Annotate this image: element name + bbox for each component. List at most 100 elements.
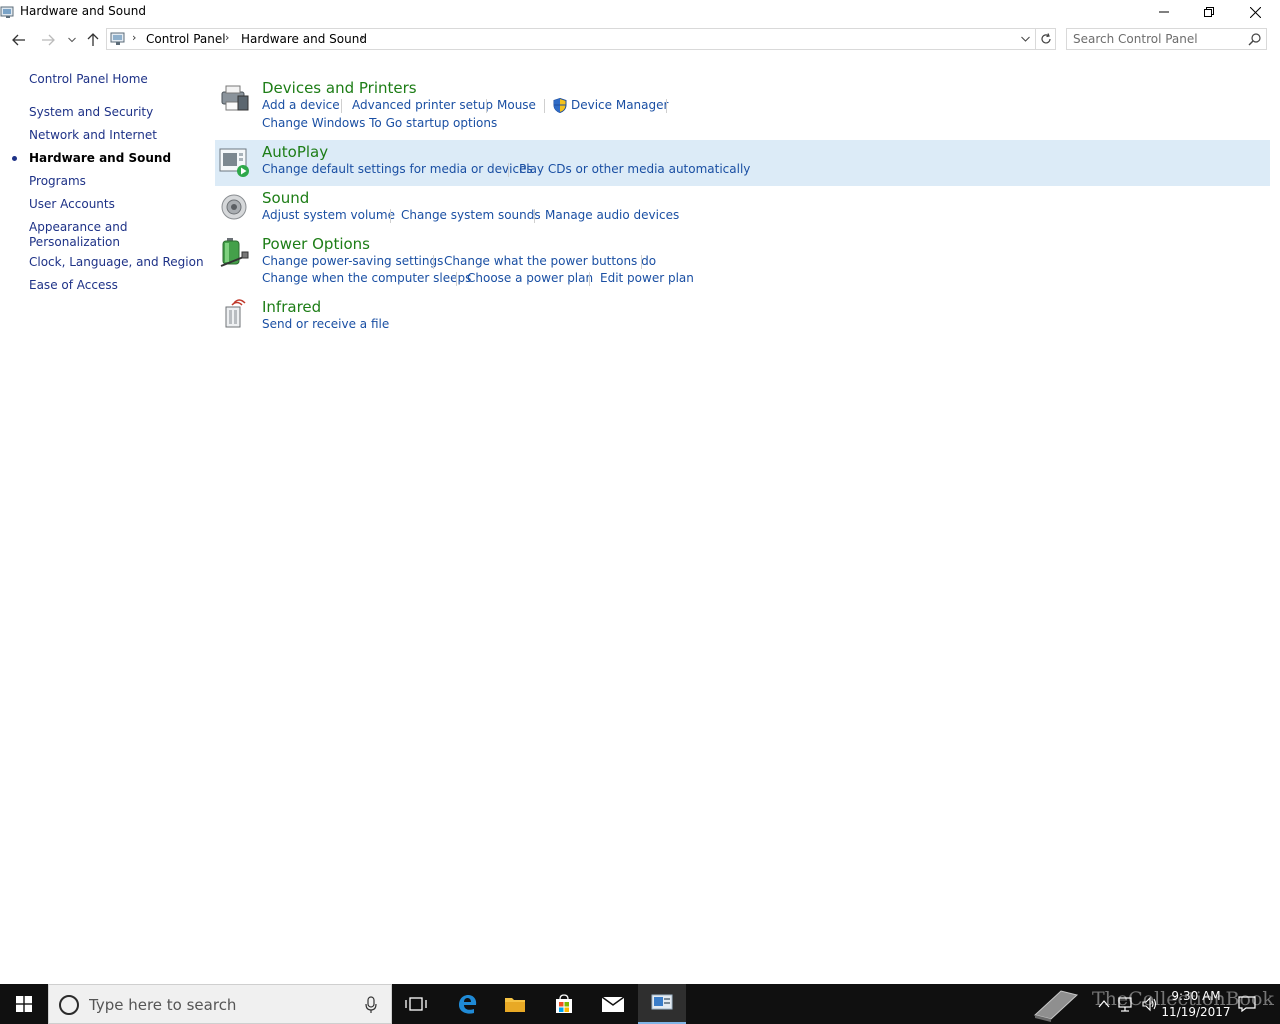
recent-locations-button[interactable]: [62, 30, 82, 50]
up-button[interactable]: [83, 30, 103, 50]
restore-button[interactable]: [1186, 0, 1232, 24]
category-autoplay: AutoPlay Change default settings for med…: [215, 140, 1270, 186]
mail-button[interactable]: [589, 984, 637, 1024]
nav-system-and-security[interactable]: System and Security: [29, 105, 153, 120]
chevron-up-icon: [1098, 1000, 1110, 1008]
chevron-down-icon: [68, 37, 76, 43]
link-separator: [456, 272, 457, 286]
link-manage-audio-devices[interactable]: Manage audio devices: [545, 208, 679, 222]
search-box[interactable]: [1066, 28, 1267, 50]
category-title[interactable]: Sound: [262, 189, 309, 207]
chevron-down-icon: [1020, 36, 1030, 42]
link-change-power-buttons[interactable]: Change what the power buttons do: [444, 254, 656, 268]
category-sound: Sound Adjust system volume Change system…: [215, 188, 1270, 228]
link-change-power-saving[interactable]: Change power-saving settings: [262, 254, 443, 268]
nav-appearance-and-personalization[interactable]: Appearance and: [29, 220, 127, 235]
arrow-up-icon: [87, 33, 99, 46]
edge-icon: [459, 995, 477, 1014]
restore-icon: [1204, 7, 1214, 17]
forward-button[interactable]: [38, 30, 58, 50]
autoplay-icon: [219, 148, 249, 177]
clock-time: 9:30 AM: [1171, 989, 1221, 1003]
printer-icon: [221, 85, 249, 111]
link-adjust-system-volume[interactable]: Adjust system volume: [262, 208, 395, 222]
breadcrumb-separator[interactable]: ›: [132, 31, 136, 44]
clock-date: 11/19/2017: [1161, 1005, 1231, 1019]
volume-icon: [1142, 996, 1157, 1012]
taskbar: TheCollectionBook 9:30 AM 11/19/2017: [0, 984, 1280, 1024]
breadcrumb-control-panel[interactable]: Control Panel: [146, 32, 226, 46]
clock[interactable]: 9:30 AM 11/19/2017: [1160, 988, 1232, 1020]
nav-ease-of-access[interactable]: Ease of Access: [29, 278, 118, 293]
speaker-icon: [221, 194, 247, 220]
nav-network-and-internet[interactable]: Network and Internet: [29, 128, 157, 143]
minimize-icon: [1159, 11, 1169, 13]
refresh-button[interactable]: [1036, 28, 1056, 50]
taskbar-search-box[interactable]: [48, 984, 392, 1024]
breadcrumb-separator[interactable]: ›: [360, 31, 364, 44]
link-separator: [486, 99, 487, 113]
nav-appearance-and-personalization-line2[interactable]: Personalization: [29, 235, 120, 250]
breadcrumb-separator[interactable]: ›: [225, 31, 229, 44]
folder-icon: [505, 998, 525, 1012]
link-change-windows-to-go[interactable]: Change Windows To Go startup options: [262, 116, 497, 130]
show-hidden-icons-button[interactable]: [1094, 984, 1114, 1024]
category-title[interactable]: AutoPlay: [262, 143, 328, 161]
network-tray-button[interactable]: [1116, 984, 1136, 1024]
link-change-system-sounds[interactable]: Change system sounds: [401, 208, 541, 222]
nav-hardware-and-sound[interactable]: Hardware and Sound: [29, 151, 171, 166]
window-title: Hardware and Sound: [20, 4, 146, 18]
edge-button[interactable]: [443, 984, 491, 1024]
store-button[interactable]: [540, 984, 588, 1024]
search-input[interactable]: [1073, 31, 1243, 47]
volume-tray-button[interactable]: [1140, 984, 1160, 1024]
control-panel-icon: [651, 994, 673, 1010]
control-panel-taskbar-button[interactable]: [638, 984, 686, 1024]
link-change-when-computer-sleeps[interactable]: Change when the computer sleeps: [262, 271, 471, 285]
nav-control-panel-home[interactable]: Control Panel Home: [29, 72, 148, 87]
category-title[interactable]: Infrared: [262, 298, 321, 316]
file-explorer-button[interactable]: [491, 984, 539, 1024]
link-device-manager[interactable]: Device Manager: [571, 98, 668, 112]
back-button[interactable]: [9, 30, 29, 50]
minimize-button[interactable]: [1141, 0, 1187, 24]
nav-clock-language-region[interactable]: Clock, Language, and Region: [29, 255, 204, 270]
category-title[interactable]: Power Options: [262, 235, 370, 253]
book-watermark-logo: [1030, 984, 1082, 1024]
link-choose-power-plan[interactable]: Choose a power plan: [467, 271, 593, 285]
start-button[interactable]: [0, 984, 48, 1024]
link-separator: [544, 99, 545, 113]
link-separator: [433, 255, 434, 269]
nav-user-accounts[interactable]: User Accounts: [29, 197, 115, 212]
link-send-or-receive-file[interactable]: Send or receive a file: [262, 317, 389, 331]
link-separator: [589, 272, 590, 286]
link-separator: [508, 163, 509, 177]
close-icon: [1249, 6, 1261, 18]
link-mouse[interactable]: Mouse: [497, 98, 536, 112]
action-center-button[interactable]: [1236, 984, 1258, 1024]
close-button[interactable]: [1232, 0, 1278, 24]
control-panel-icon: [110, 32, 125, 45]
task-view-button[interactable]: [392, 984, 440, 1024]
link-advanced-printer-setup[interactable]: Advanced printer setup: [352, 98, 493, 112]
link-edit-power-plan[interactable]: Edit power plan: [600, 271, 694, 285]
address-bar[interactable]: › Control Panel › Hardware and Sound ›: [106, 28, 1036, 50]
store-icon: [556, 994, 572, 1013]
battery-icon: [220, 238, 249, 267]
current-page-bullet: [12, 156, 17, 161]
search-icon: [1248, 33, 1261, 46]
network-icon: [1118, 997, 1132, 1012]
nav-programs[interactable]: Programs: [29, 174, 86, 189]
link-change-default-settings[interactable]: Change default settings for media or dev…: [262, 162, 533, 176]
title-bar: Hardware and Sound: [0, 0, 1280, 24]
taskbar-search-input[interactable]: [89, 995, 349, 1015]
microphone-icon[interactable]: [364, 996, 378, 1014]
link-separator: [341, 99, 342, 113]
link-play-cds-automatically[interactable]: Play CDs or other media automatically: [519, 162, 750, 176]
control-panel-icon: [0, 6, 14, 18]
cortana-icon: [59, 995, 79, 1015]
category-title[interactable]: Devices and Printers: [262, 79, 417, 97]
address-dropdown-button[interactable]: [1017, 29, 1033, 49]
breadcrumb-hardware-and-sound[interactable]: Hardware and Sound: [241, 32, 367, 46]
link-add-a-device[interactable]: Add a device: [262, 98, 340, 112]
